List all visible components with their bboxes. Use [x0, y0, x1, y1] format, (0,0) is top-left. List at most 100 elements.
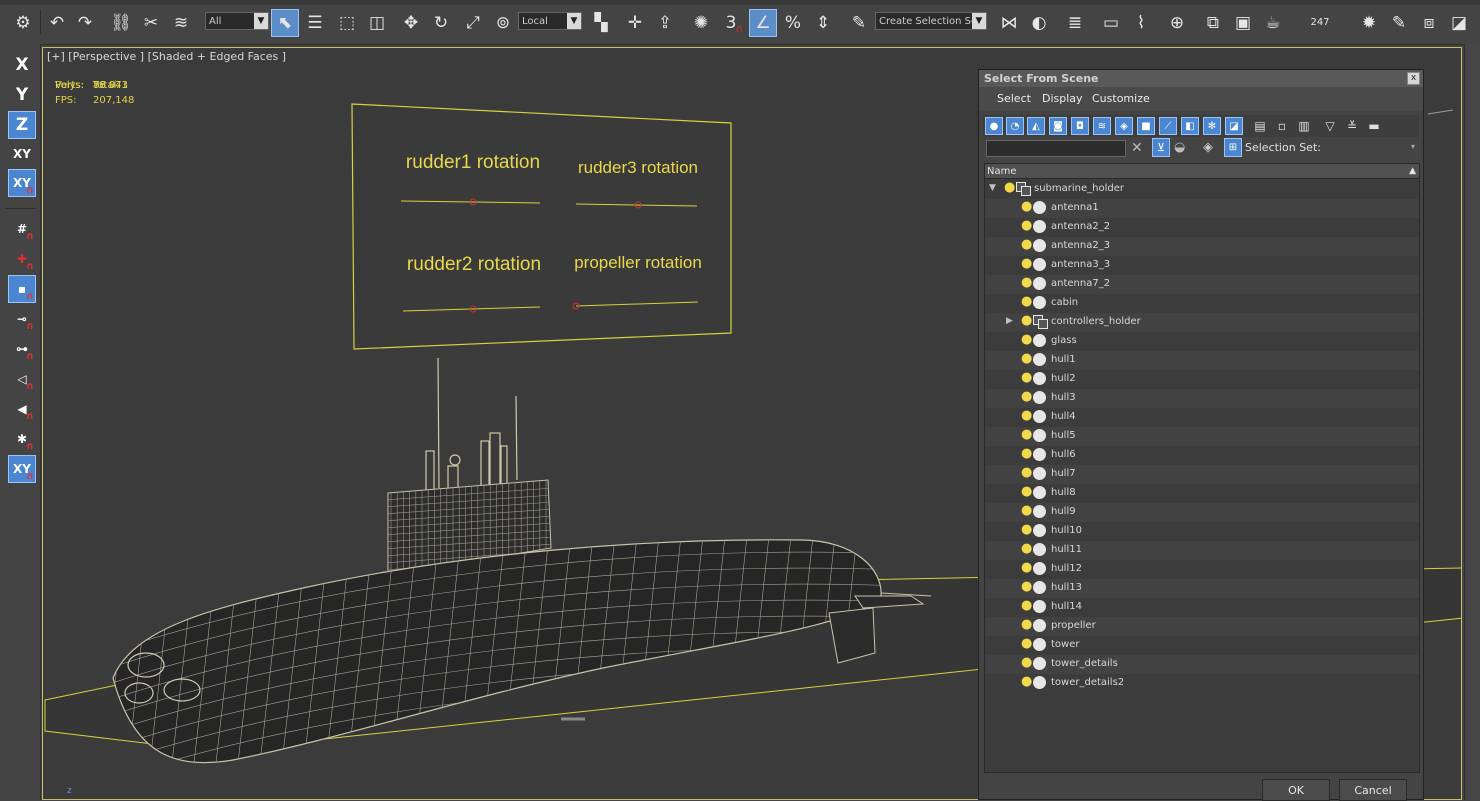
- list-item[interactable]: ● antenna7_2: [985, 275, 1419, 294]
- collapse-all-icon[interactable]: ▬: [1365, 117, 1383, 135]
- name-column-header[interactable]: Name ▲: [985, 164, 1419, 179]
- lightbulb-icon[interactable]: ●: [1021, 675, 1032, 689]
- list-item[interactable]: ● hull11: [985, 541, 1419, 560]
- list-item[interactable]: ● tower_details2: [985, 674, 1419, 693]
- expanded-arrow-icon[interactable]: ▼: [989, 183, 999, 193]
- menu-select[interactable]: Select: [997, 92, 1031, 105]
- axis-z-button[interactable]: Z: [8, 111, 36, 139]
- align-icon[interactable]: ◐: [1026, 10, 1052, 36]
- render-icon[interactable]: ☕: [1260, 10, 1286, 36]
- grid-snap-icon[interactable]: # ∩: [9, 216, 35, 242]
- lightbulb-icon[interactable]: ●: [1021, 314, 1032, 328]
- search-input[interactable]: [986, 140, 1126, 157]
- lightbulb-icon[interactable]: ●: [1021, 257, 1032, 271]
- display-bones-icon[interactable]: ⟋: [1159, 117, 1177, 135]
- list-item[interactable]: ● hull10: [985, 522, 1419, 541]
- percent-snap-icon[interactable]: %: [780, 10, 806, 36]
- scale-icon[interactable]: ⤢: [460, 10, 486, 36]
- axis-y-button[interactable]: Y: [9, 82, 35, 108]
- lightbulb-icon[interactable]: ●: [1021, 352, 1032, 366]
- axis-constraint-snap-icon[interactable]: XY ∩: [8, 455, 36, 483]
- selection-filter-dropdown[interactable]: All ▼: [205, 12, 269, 30]
- list-item[interactable]: ● hull5: [985, 427, 1419, 446]
- lightbulb-icon[interactable]: ●: [1021, 409, 1032, 423]
- pivot-center-icon[interactable]: ▚: [588, 10, 614, 36]
- display-lights-icon[interactable]: ◭: [1027, 117, 1045, 135]
- submarine-model[interactable]: [103, 357, 932, 800]
- lightbulb-icon[interactable]: ●: [1021, 504, 1032, 518]
- move-icon[interactable]: ✥: [398, 10, 424, 36]
- list-item[interactable]: ▶ ● controllers_holder: [985, 313, 1419, 332]
- list-item[interactable]: ● hull8: [985, 484, 1419, 503]
- hierarchy-icon[interactable]: ⊞: [1224, 138, 1242, 157]
- scene-object-list[interactable]: Name ▲ ▼ ● submarine_holder ● antenna1 ● anten…: [984, 163, 1420, 773]
- display-groups-icon[interactable]: ◈: [1115, 117, 1133, 135]
- link-icon[interactable]: ⛓: [108, 10, 134, 36]
- display-invert-icon[interactable]: ▥: [1295, 117, 1313, 135]
- find-case-icon[interactable]: ⊻: [1152, 138, 1170, 157]
- pivot-icon[interactable]: ⊚: [490, 10, 516, 36]
- edge-snap-icon[interactable]: ◁ ∩: [9, 366, 35, 392]
- snap-toggle-icon[interactable]: ✺: [688, 10, 714, 36]
- snap-3d-toggle[interactable]: 3 ∩: [718, 10, 744, 36]
- list-item[interactable]: ● hull3: [985, 389, 1419, 408]
- display-hidden-icon[interactable]: ◪: [1225, 117, 1243, 135]
- display-containers-icon[interactable]: ◧: [1181, 117, 1199, 135]
- lightbulb-icon[interactable]: ●: [1021, 466, 1032, 480]
- list-item[interactable]: ● antenna1: [985, 199, 1419, 218]
- list-item[interactable]: ● antenna2_2: [985, 218, 1419, 237]
- collapsed-arrow-icon[interactable]: ▶: [1006, 316, 1016, 326]
- select-object-icon[interactable]: ⬉: [271, 9, 299, 37]
- display-spacewarps-icon[interactable]: ≋: [1093, 117, 1111, 135]
- midpoint-snap-icon[interactable]: ⊶ ∩: [9, 336, 35, 362]
- endpoint-snap-icon[interactable]: ⊸ ∩: [9, 306, 35, 332]
- schematic-view-icon[interactable]: ⊕: [1164, 10, 1190, 36]
- filter-funnel-icon[interactable]: ▽: [1321, 117, 1339, 135]
- display-xrefs-icon[interactable]: ■: [1137, 117, 1155, 135]
- lightbulb-icon[interactable]: ●: [1021, 276, 1032, 290]
- lightbulb-icon[interactable]: ●: [1021, 238, 1032, 252]
- lightbulb-icon[interactable]: ●: [1004, 181, 1015, 195]
- keyboard-shortcut-icon[interactable]: ⇪: [652, 10, 678, 36]
- center-face-snap-icon[interactable]: ✱ ∩: [9, 426, 35, 452]
- display-helpers-icon[interactable]: ◘: [1071, 117, 1089, 135]
- display-geometry-icon[interactable]: ●: [985, 117, 1003, 135]
- reference-coord-dropdown[interactable]: Local ▼: [518, 12, 582, 30]
- viewport-label[interactable]: [+] [Perspective ] [Shaded + Edged Faces…: [47, 50, 286, 63]
- unlink-icon[interactable]: ✂: [138, 10, 164, 36]
- list-item[interactable]: ● hull7: [985, 465, 1419, 484]
- list-item[interactable]: ● hull4: [985, 408, 1419, 427]
- select-manipulate-icon[interactable]: ✛: [622, 10, 648, 36]
- lightbulb-icon[interactable]: ●: [1021, 219, 1032, 233]
- lightbulb-icon[interactable]: ●: [1021, 485, 1032, 499]
- axis-xy-snap-button[interactable]: XY ∩: [8, 169, 36, 197]
- filter-options-icon[interactable]: ≚: [1343, 117, 1361, 135]
- lightbulb-icon[interactable]: ●: [1021, 542, 1032, 556]
- workspace-icon[interactable]: ⚙: [10, 10, 36, 36]
- chevron-down-icon[interactable]: ▾: [1411, 142, 1415, 151]
- redo-icon[interactable]: ↷: [72, 10, 98, 36]
- more-icon[interactable]: ◪: [1446, 10, 1472, 36]
- list-item[interactable]: ● tower_details: [985, 655, 1419, 674]
- lightbulb-icon[interactable]: ●: [1021, 580, 1032, 594]
- list-item[interactable]: ▼ ● submarine_holder: [985, 180, 1419, 199]
- cancel-button[interactable]: Cancel: [1339, 779, 1407, 801]
- list-item[interactable]: ● antenna2_3: [985, 237, 1419, 256]
- compare-icon[interactable]: ⧈: [1416, 10, 1442, 36]
- display-cameras-icon[interactable]: ◙: [1049, 117, 1067, 135]
- dialog-title[interactable]: Select From Scene: [979, 70, 1423, 87]
- layer-explorer-icon[interactable]: ≣: [1062, 10, 1088, 36]
- list-item[interactable]: ● hull13: [985, 579, 1419, 598]
- lightbulb-icon[interactable]: ●: [1021, 371, 1032, 385]
- select-by-name-icon[interactable]: ☰: [302, 10, 328, 36]
- material-editor-icon[interactable]: ⧉: [1200, 10, 1226, 36]
- lightbulb-icon[interactable]: ●: [1021, 295, 1032, 309]
- named-selection-set-dropdown[interactable]: Create Selection Se ▼: [875, 12, 987, 30]
- display-all-icon[interactable]: ▤: [1251, 117, 1269, 135]
- ok-button[interactable]: OK: [1262, 779, 1330, 801]
- pivot-snap-icon[interactable]: ✚ ∩: [9, 246, 35, 272]
- render-setup-icon[interactable]: ▣: [1230, 10, 1256, 36]
- list-item[interactable]: ● hull12: [985, 560, 1419, 579]
- display-shapes-icon[interactable]: ◔: [1006, 117, 1024, 135]
- command-panel-edge[interactable]: [1464, 44, 1480, 800]
